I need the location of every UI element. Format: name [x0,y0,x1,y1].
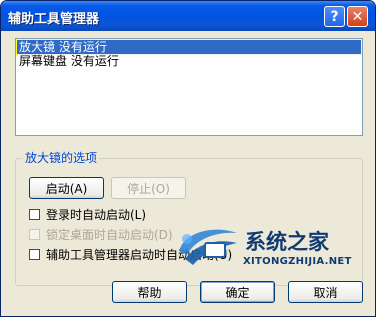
window-title: 辅助工具管理器 [8,12,100,27]
group-label: 放大镜的选项 [23,149,100,166]
help-question-button[interactable]: ? [324,6,345,27]
watermark-title: 系统之家 [245,230,329,254]
checkbox-label: 锁定桌面时自动启动(D) [46,228,173,242]
close-icon: ✕ [351,8,364,25]
watermark-logo-icon [179,229,237,265]
close-button[interactable]: ✕ [347,6,368,27]
checkbox-box[interactable] [29,249,40,260]
checkbox-start-on-lock: 锁定桌面时自动启动(D) [29,227,173,242]
site-watermark: 系统之家 XITONGZHIJIA.NET [173,219,373,279]
question-icon: ? [330,8,339,25]
title-bar[interactable]: 辅助工具管理器 ? ✕ [1,1,375,31]
checkbox-label: 登录时自动启动(L) [46,208,147,222]
watermark-url: XITONGZHIJIA.NET [243,256,352,267]
utility-manager-window: 辅助工具管理器 ? ✕ 放大镜 没有运行 屏幕键盘 没有运行 放大镜的选项 启动… [0,0,376,317]
help-button[interactable]: 帮助 [112,281,187,303]
checkbox-box[interactable] [29,209,40,220]
list-item-on-screen-keyboard[interactable]: 屏幕键盘 没有运行 [17,54,361,68]
cancel-button[interactable]: 取消 [288,281,363,303]
checkbox-start-on-login[interactable]: 登录时自动启动(L) [29,207,146,222]
list-item-magnifier[interactable]: 放大镜 没有运行 [16,39,362,55]
stop-button: 停止(O) [111,177,186,199]
start-button[interactable]: 启动(A) [29,177,104,199]
ok-button[interactable]: 确定 [200,281,275,303]
checkbox-box [29,229,40,240]
utility-list[interactable]: 放大镜 没有运行 屏幕键盘 没有运行 [15,38,363,136]
